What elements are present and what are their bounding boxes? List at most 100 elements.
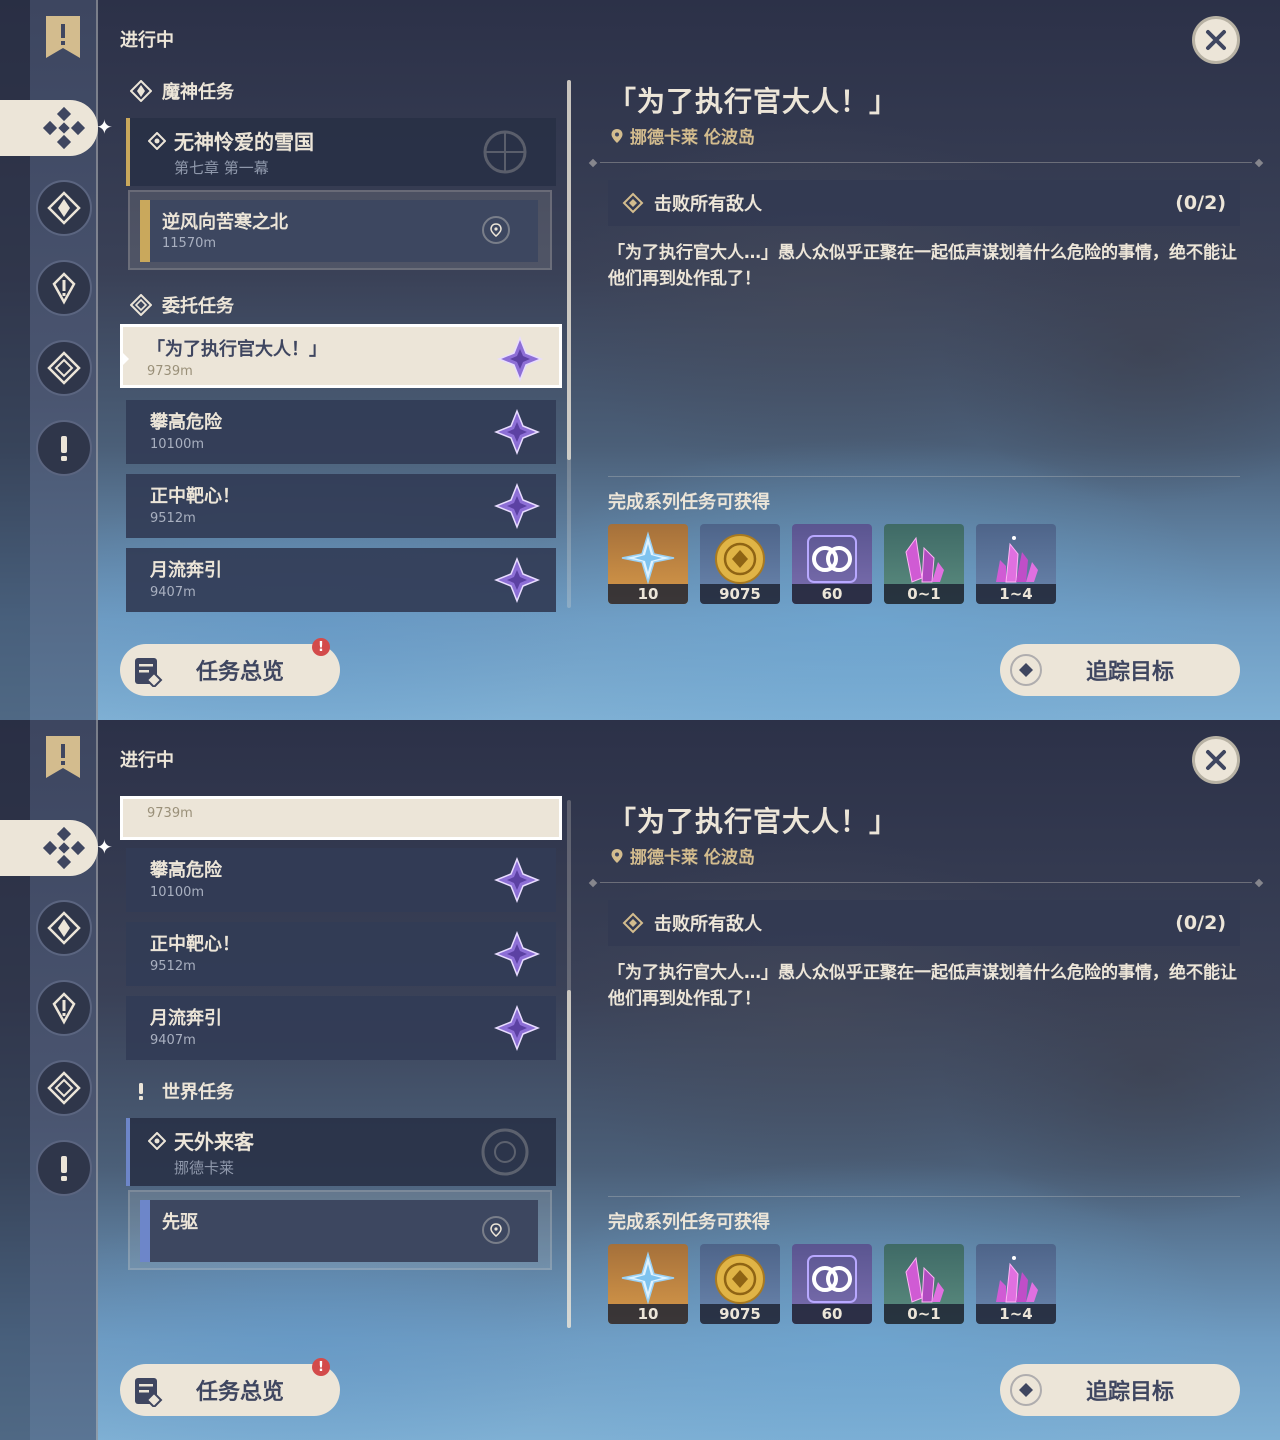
track-diamond-icon bbox=[1010, 1374, 1042, 1406]
world-quest-icon bbox=[61, 1156, 67, 1181]
reward-list: 10 9075 60 0~1 1~4 bbox=[608, 524, 1056, 604]
commission-category-icon bbox=[130, 294, 152, 316]
primogem-icon bbox=[621, 1251, 675, 1305]
rail-tab-archon[interactable] bbox=[36, 900, 92, 956]
list-scrollbar[interactable] bbox=[567, 80, 571, 608]
rail-tab-commission[interactable] bbox=[36, 340, 92, 396]
crystal-cluster-icon bbox=[996, 1256, 1038, 1303]
commission-item[interactable]: 攀高危险 10100m bbox=[126, 848, 556, 912]
commission-item[interactable]: 月流奔引 9407m bbox=[126, 548, 556, 612]
sub-quest-item[interactable]: 逆风向苦寒之北 11570m bbox=[140, 200, 538, 262]
region-emblem-icon bbox=[481, 1128, 529, 1176]
scroll-thumb[interactable] bbox=[567, 80, 571, 460]
location-pin-icon bbox=[611, 848, 623, 863]
world-quest-item[interactable]: 天外来客 挪德卡莱 bbox=[126, 1118, 556, 1186]
selected-indicator bbox=[121, 351, 129, 367]
category-commission: 委托任务 bbox=[130, 290, 234, 320]
reward-amount: 9075 bbox=[700, 1304, 780, 1324]
commission-distance: 9739m bbox=[147, 806, 193, 821]
sub-quest-distance: 11570m bbox=[162, 236, 217, 251]
commission-item[interactable]: 月流奔引 9407m bbox=[126, 996, 556, 1060]
commission-item[interactable]: 攀高危险 10100m bbox=[126, 400, 556, 464]
quest-overview-button[interactable]: 任务总览 ! bbox=[120, 1358, 340, 1416]
track-target-button[interactable]: 追踪目标 bbox=[1000, 1364, 1240, 1416]
main-quest-item[interactable]: 无神怜爱的雪国 第七章 第一幕 bbox=[126, 118, 556, 186]
commission-star-icon bbox=[494, 1005, 540, 1051]
list-scrollbar[interactable] bbox=[567, 800, 571, 1328]
commission-item-selected[interactable]: 9739m bbox=[120, 796, 562, 840]
commission-item-selected[interactable]: 「为了执行官大人！」 9739m bbox=[120, 324, 562, 388]
quest-book-icon bbox=[135, 1378, 163, 1407]
category-label: 委托任务 bbox=[162, 296, 234, 317]
rail-tab-story[interactable] bbox=[36, 260, 92, 316]
quest-overview-button[interactable]: 任务总览 ! bbox=[120, 638, 340, 696]
all-quests-icon bbox=[42, 106, 86, 150]
all-quests-icon bbox=[42, 826, 86, 870]
commission-star-icon bbox=[494, 557, 540, 603]
reward-item[interactable]: 60 bbox=[792, 524, 872, 604]
rail-tab-all[interactable] bbox=[0, 100, 98, 156]
objective-text: 击败所有敌人 bbox=[654, 914, 762, 935]
chapter-emblem-icon bbox=[483, 130, 527, 174]
location-pin-icon bbox=[490, 223, 502, 237]
location-pin-icon bbox=[611, 128, 623, 143]
rail-tab-archon[interactable] bbox=[36, 180, 92, 236]
reward-item[interactable]: 0~1 bbox=[884, 1244, 964, 1324]
commission-item[interactable]: 正中靶心！ 9512m bbox=[126, 474, 556, 538]
objective-diamond-icon bbox=[622, 192, 644, 214]
track-target-button[interactable]: 追踪目标 bbox=[1000, 644, 1240, 696]
quest-description: 「为了执行官大人…」愚人众似乎正聚在一起低声谋划着什么危险的事情，绝不能让他们再… bbox=[608, 963, 1237, 1009]
banner-flag-icon[interactable] bbox=[44, 14, 82, 60]
detail-location: 挪德卡莱 伦波岛 bbox=[610, 843, 755, 868]
category-archon: 魔神任务 bbox=[130, 76, 234, 106]
reward-divider bbox=[608, 476, 1240, 477]
rail-tab-world[interactable] bbox=[36, 1140, 92, 1196]
detail-location: 挪德卡莱 伦波岛 bbox=[610, 123, 755, 148]
reward-amount: 9075 bbox=[700, 584, 780, 604]
objective-row: 击败所有敌人 (0/2) bbox=[608, 180, 1240, 226]
detail-title: 「为了执行官大人！」 bbox=[608, 85, 899, 118]
commission-item[interactable]: 正中靶心！ 9512m bbox=[126, 922, 556, 986]
rail-tab-world[interactable] bbox=[36, 420, 92, 476]
objective-row: 击败所有敌人 (0/2) bbox=[608, 900, 1240, 946]
mora-icon bbox=[715, 1254, 765, 1304]
close-icon bbox=[1206, 30, 1226, 50]
reward-amount: 10 bbox=[608, 584, 688, 604]
reward-item[interactable]: 9075 bbox=[700, 1244, 780, 1324]
scroll-thumb[interactable] bbox=[567, 990, 571, 1328]
commission-quest-icon bbox=[47, 1071, 81, 1105]
quest-list[interactable]: 9739m 攀高危险 10100m 正中靶心！ 9512m 月流奔引 9407m… bbox=[110, 784, 570, 1336]
rail-tab-story[interactable] bbox=[36, 980, 92, 1036]
navigate-pin-button[interactable] bbox=[482, 216, 510, 244]
reward-label: 完成系列任务可获得 bbox=[608, 492, 770, 513]
in-progress-label: 进行中 bbox=[120, 30, 174, 51]
commission-quest-icon bbox=[47, 351, 81, 385]
overview-label: 任务总览 bbox=[196, 1380, 285, 1405]
reward-item[interactable]: 60 bbox=[792, 1244, 872, 1324]
reward-item[interactable]: 1~4 bbox=[976, 1244, 1056, 1324]
reward-amount: 0~1 bbox=[884, 1304, 964, 1324]
archon-category-icon bbox=[130, 80, 152, 102]
quest-description: 「为了执行官大人…」愚人众似乎正聚在一起低声谋划着什么危险的事情，绝不能让他们再… bbox=[608, 243, 1237, 289]
reward-item[interactable]: 1~4 bbox=[976, 524, 1056, 604]
commission-star-icon bbox=[494, 931, 540, 977]
reward-list: 10 9075 60 0~1 1~4 bbox=[608, 1244, 1056, 1324]
banner-flag-icon[interactable] bbox=[44, 734, 82, 780]
crystal-ore-icon bbox=[905, 536, 944, 583]
reward-item[interactable]: 9075 bbox=[700, 524, 780, 604]
world-quest-icon bbox=[61, 436, 67, 461]
reward-item[interactable]: 0~1 bbox=[884, 524, 964, 604]
rail-tab-commission[interactable] bbox=[36, 1060, 92, 1116]
reward-item[interactable]: 10 bbox=[608, 524, 688, 604]
close-button[interactable] bbox=[1192, 736, 1240, 784]
quest-list[interactable]: 魔神任务 无神怜爱的雪国 第七章 第一幕 逆风向苦寒之北 11570m 委托任务 bbox=[110, 64, 570, 616]
world-sub-quest-item[interactable]: 先驱 bbox=[140, 1200, 538, 1262]
rail-tab-all[interactable] bbox=[0, 820, 98, 876]
reward-item[interactable]: 10 bbox=[608, 1244, 688, 1324]
reward-amount: 10 bbox=[608, 1304, 688, 1324]
navigate-pin-button[interactable] bbox=[482, 1216, 510, 1244]
location-text: 挪德卡莱 伦波岛 bbox=[630, 128, 755, 148]
archon-quest-icon bbox=[47, 911, 81, 945]
close-button[interactable] bbox=[1192, 16, 1240, 64]
reward-amount: 0~1 bbox=[884, 584, 964, 604]
